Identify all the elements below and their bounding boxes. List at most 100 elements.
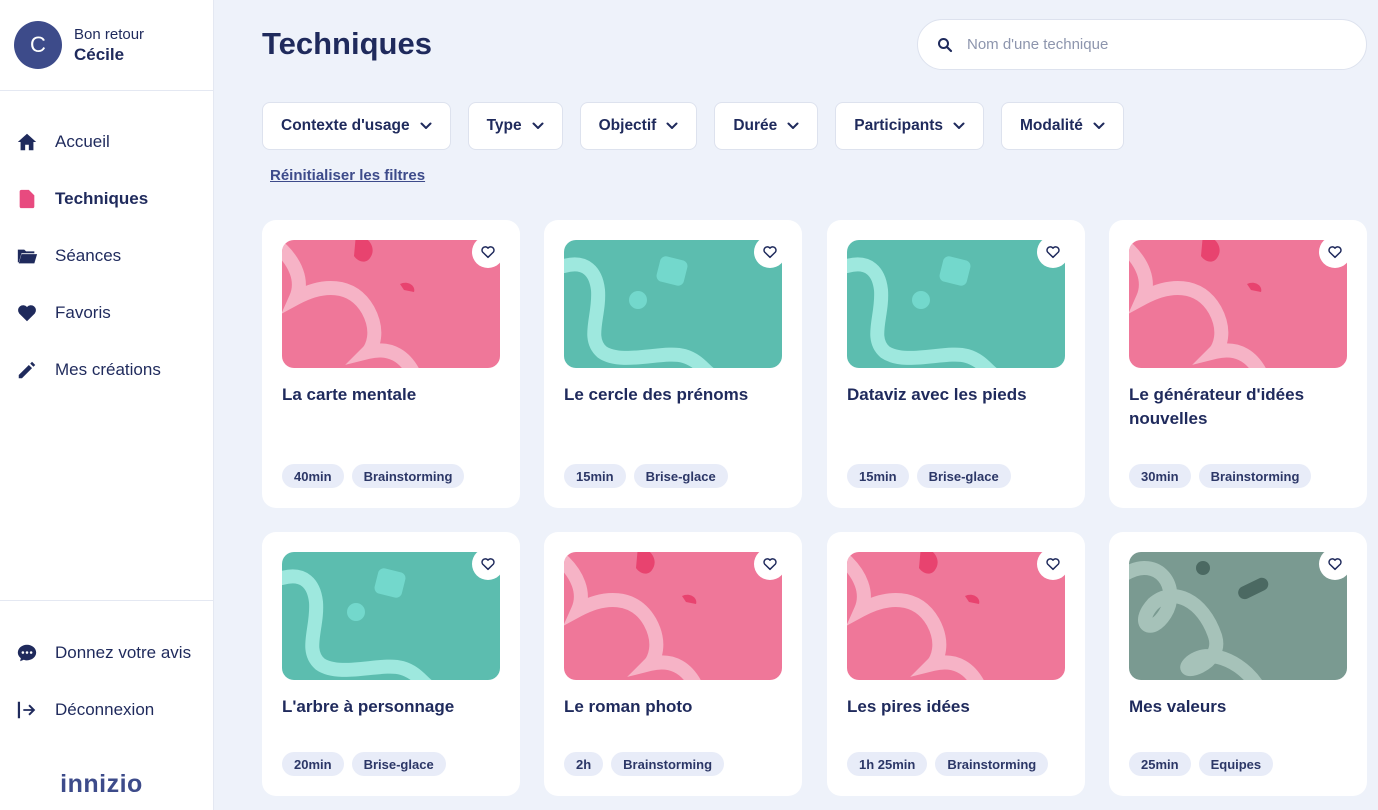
category-badge: Brainstorming bbox=[935, 752, 1049, 776]
technique-card[interactable]: Dataviz avec les pieds 15min Brise-glace bbox=[827, 220, 1085, 508]
chat-icon bbox=[16, 642, 38, 664]
filter-label: Modalité bbox=[1019, 117, 1083, 134]
card-thumbnail bbox=[847, 240, 1065, 368]
technique-card[interactable]: La carte mentale 40min Brainstorming bbox=[262, 220, 520, 508]
favorite-button[interactable] bbox=[754, 548, 786, 580]
chevron-down-icon bbox=[532, 122, 544, 129]
favorite-button[interactable] bbox=[1037, 548, 1069, 580]
sidebar-item-favoris[interactable]: Favoris bbox=[0, 284, 213, 341]
filter-bar: Contexte d'usage Type Objectif Durée Par… bbox=[262, 102, 1124, 150]
favorite-button[interactable] bbox=[1319, 236, 1351, 268]
heart-outline-icon bbox=[1328, 246, 1342, 259]
category-badge: Equipes bbox=[1198, 752, 1274, 776]
main-nav: Accueil Techniques Séances Favoris Mes c… bbox=[0, 91, 213, 398]
card-thumbnail bbox=[847, 552, 1065, 680]
user-name: Cécile bbox=[74, 44, 125, 64]
filter-contexte-dusage[interactable]: Contexte d'usage bbox=[262, 102, 451, 150]
category-badge: Brise-glace bbox=[351, 752, 446, 776]
card-thumbnail-pattern bbox=[282, 552, 500, 680]
technique-card[interactable]: L'arbre à personnage 20min Brise-glace bbox=[262, 532, 520, 796]
folder-icon bbox=[16, 245, 38, 267]
card-title: Le roman photo bbox=[564, 697, 693, 716]
sidebar-item-label: Accueil bbox=[55, 131, 110, 151]
filter-modalite[interactable]: Modalité bbox=[1000, 102, 1124, 150]
card-thumbnail-pattern bbox=[1129, 552, 1347, 680]
card-thumbnail bbox=[1129, 552, 1347, 680]
favorite-button[interactable] bbox=[472, 548, 504, 580]
chevron-down-icon bbox=[953, 122, 965, 129]
avatar: C bbox=[14, 21, 62, 69]
filter-duree[interactable]: Durée bbox=[714, 102, 819, 150]
search-icon bbox=[937, 37, 953, 53]
technique-card[interactable]: Mes valeurs 25min Equipes bbox=[1109, 532, 1367, 796]
card-thumbnail bbox=[564, 240, 782, 368]
heart-outline-icon bbox=[763, 558, 777, 571]
card-tags: 40min Brainstorming bbox=[282, 464, 465, 488]
feedback-label: Donnez votre avis bbox=[55, 642, 192, 662]
filter-label: Objectif bbox=[598, 117, 657, 134]
duration-badge: 2h bbox=[564, 752, 604, 776]
card-thumbnail-pattern bbox=[282, 240, 500, 368]
document-icon bbox=[16, 188, 38, 210]
search-input[interactable] bbox=[967, 36, 1327, 53]
technique-card[interactable]: Le cercle des prénoms 15min Brise-glace bbox=[544, 220, 802, 508]
card-title: Le générateur d'idées nouvelles bbox=[1129, 385, 1305, 428]
card-thumbnail-pattern bbox=[1129, 240, 1347, 368]
app-logo[interactable]: innizio bbox=[0, 770, 203, 799]
duration-badge: 40min bbox=[282, 464, 344, 488]
filter-label: Participants bbox=[854, 117, 943, 134]
duration-badge: 30min bbox=[1129, 464, 1191, 488]
sidebar-item-accueil[interactable]: Accueil bbox=[0, 113, 213, 170]
sidebar-item-mes-creations[interactable]: Mes créations bbox=[0, 341, 213, 398]
favorite-button[interactable] bbox=[1037, 236, 1069, 268]
card-thumbnail bbox=[564, 552, 782, 680]
chevron-down-icon bbox=[420, 122, 432, 129]
filter-participants[interactable]: Participants bbox=[835, 102, 984, 150]
technique-card[interactable]: Le roman photo 2h Brainstorming bbox=[544, 532, 802, 796]
feedback-link[interactable]: Donnez votre avis bbox=[0, 624, 213, 681]
card-tags: 25min Equipes bbox=[1129, 752, 1274, 776]
card-thumbnail bbox=[1129, 240, 1347, 368]
card-tags: 2h Brainstorming bbox=[564, 752, 725, 776]
favorite-button[interactable] bbox=[1319, 548, 1351, 580]
duration-badge: 25min bbox=[1129, 752, 1191, 776]
card-thumbnail-pattern bbox=[847, 240, 1065, 368]
card-title: Le cercle des prénoms bbox=[564, 385, 749, 404]
card-thumbnail bbox=[282, 552, 500, 680]
search-box[interactable] bbox=[917, 19, 1367, 70]
heart-outline-icon bbox=[763, 246, 777, 259]
favorite-button[interactable] bbox=[472, 236, 504, 268]
duration-badge: 1h 25min bbox=[847, 752, 928, 776]
card-title: L'arbre à personnage bbox=[282, 697, 455, 716]
technique-card[interactable]: Les pires idées 1h 25min Brainstorming bbox=[827, 532, 1085, 796]
heart-outline-icon bbox=[481, 246, 495, 259]
technique-card[interactable]: Le générateur d'idées nouvelles 30min Br… bbox=[1109, 220, 1367, 508]
card-title: Dataviz avec les pieds bbox=[847, 385, 1027, 404]
duration-badge: 15min bbox=[564, 464, 626, 488]
card-tags: 1h 25min Brainstorming bbox=[847, 752, 1049, 776]
heart-outline-icon bbox=[1046, 558, 1060, 571]
filter-label: Contexte d'usage bbox=[281, 117, 410, 134]
favorite-button[interactable] bbox=[754, 236, 786, 268]
avatar-initial: C bbox=[30, 32, 46, 57]
card-title: La carte mentale bbox=[282, 385, 417, 404]
bottom-nav: Donnez votre avis Déconnexion bbox=[0, 600, 213, 738]
filter-type[interactable]: Type bbox=[467, 102, 563, 150]
logout-label: Déconnexion bbox=[55, 699, 155, 719]
duration-badge: 20min bbox=[282, 752, 344, 776]
card-tags: 20min Brise-glace bbox=[282, 752, 446, 776]
duration-badge: 15min bbox=[847, 464, 909, 488]
reset-filters-link[interactable]: Réinitialiser les filtres bbox=[270, 167, 425, 184]
sidebar-item-techniques[interactable]: Techniques bbox=[0, 170, 213, 227]
user-profile[interactable]: C Bon retour Cécile bbox=[0, 0, 213, 91]
sidebar: C Bon retour Cécile Accueil Techniques S… bbox=[0, 0, 214, 810]
category-badge: Brise-glace bbox=[916, 464, 1011, 488]
card-title: Les pires idées bbox=[847, 697, 970, 716]
sidebar-item-seances[interactable]: Séances bbox=[0, 227, 213, 284]
logout-link[interactable]: Déconnexion bbox=[0, 681, 213, 738]
filter-objectif[interactable]: Objectif bbox=[579, 102, 698, 150]
category-badge: Brainstorming bbox=[1198, 464, 1312, 488]
chevron-down-icon bbox=[666, 122, 678, 129]
card-tags: 15min Brise-glace bbox=[564, 464, 728, 488]
category-badge: Brise-glace bbox=[633, 464, 728, 488]
